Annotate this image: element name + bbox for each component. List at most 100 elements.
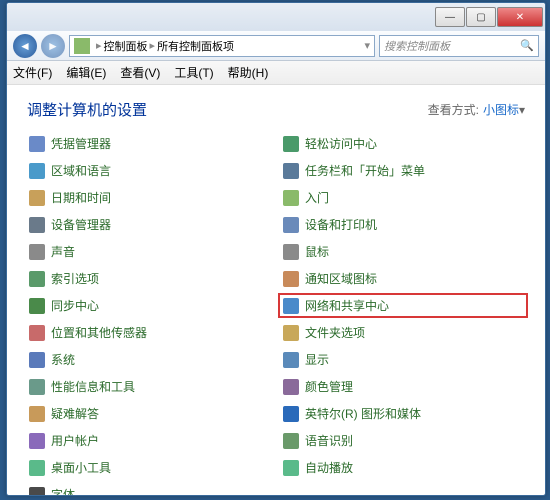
cpl-label: 性能信息和工具 xyxy=(51,378,135,395)
menu-view[interactable]: 查看(V) xyxy=(120,64,160,81)
cpl-item-l8[interactable]: 系统 xyxy=(27,350,271,369)
cpl-icon xyxy=(29,352,45,368)
cpl-item-r10[interactable]: 英特尔(R) 图形和媒体 xyxy=(281,404,525,423)
cpl-label: 文件夹选项 xyxy=(305,324,365,341)
forward-button[interactable]: ► xyxy=(41,34,65,58)
cpl-icon xyxy=(29,298,45,314)
cpl-label: 用户帐户 xyxy=(51,432,99,449)
cpl-icon xyxy=(29,379,45,395)
menu-tools[interactable]: 工具(T) xyxy=(174,64,213,81)
cpl-item-l6[interactable]: 同步中心 xyxy=(27,296,271,315)
cpl-item-l13[interactable]: 字体 xyxy=(27,485,271,495)
control-panel-icon xyxy=(74,38,90,54)
cpl-item-r0[interactable]: 轻松访问中心 xyxy=(281,134,525,153)
cpl-item-l3[interactable]: 设备管理器 xyxy=(27,215,271,234)
cpl-label: 设备管理器 xyxy=(51,216,111,233)
cpl-item-l1[interactable]: 区域和语言 xyxy=(27,161,271,180)
breadcrumb-part[interactable]: 控制面板 xyxy=(104,38,148,54)
minimize-button[interactable]: — xyxy=(435,7,465,27)
cpl-label: 自动播放 xyxy=(305,459,353,476)
cpl-label: 轻松访问中心 xyxy=(305,135,377,152)
cpl-label: 索引选项 xyxy=(51,270,99,287)
cpl-label: 日期和时间 xyxy=(51,189,111,206)
cpl-icon xyxy=(29,325,45,341)
cpl-item-l0[interactable]: 凭据管理器 xyxy=(27,134,271,153)
cpl-item-r11[interactable]: 语音识别 xyxy=(281,431,525,450)
cpl-item-l2[interactable]: 日期和时间 xyxy=(27,188,271,207)
cpl-item-r9[interactable]: 颜色管理 xyxy=(281,377,525,396)
cpl-item-r5[interactable]: 通知区域图标 xyxy=(281,269,525,288)
cpl-label: 位置和其他传感器 xyxy=(51,324,147,341)
cpl-icon xyxy=(29,163,45,179)
cpl-item-r3[interactable]: 设备和打印机 xyxy=(281,215,525,234)
cpl-icon xyxy=(283,460,299,476)
cpl-item-r1[interactable]: 任务栏和「开始」菜单 xyxy=(281,161,525,180)
cpl-item-l12[interactable]: 桌面小工具 xyxy=(27,458,271,477)
cpl-icon xyxy=(283,244,299,260)
control-panel-window: — ▢ ✕ ◄ ► ▸ 控制面板 ▸ 所有控制面板项 ▾ 搜索控制面板 🔍 文件… xyxy=(6,2,546,496)
search-icon[interactable]: 🔍 xyxy=(520,39,534,52)
search-input[interactable]: 搜索控制面板 🔍 xyxy=(379,35,539,57)
cpl-icon xyxy=(29,136,45,152)
back-button[interactable]: ◄ xyxy=(13,34,37,58)
cpl-icon xyxy=(283,271,299,287)
cpl-icon xyxy=(283,433,299,449)
cpl-icon xyxy=(283,136,299,152)
cpl-label: 声音 xyxy=(51,243,75,260)
close-button[interactable]: ✕ xyxy=(497,7,543,27)
breadcrumb-part[interactable]: 所有控制面板项 xyxy=(157,38,234,54)
cpl-label: 设备和打印机 xyxy=(305,216,377,233)
cpl-icon xyxy=(29,406,45,422)
cpl-label: 系统 xyxy=(51,351,75,368)
cpl-icon xyxy=(283,406,299,422)
cpl-label: 入门 xyxy=(305,189,329,206)
cpl-label: 桌面小工具 xyxy=(51,459,111,476)
cpl-icon xyxy=(29,271,45,287)
menu-bar: 文件(F) 编辑(E) 查看(V) 工具(T) 帮助(H) xyxy=(7,61,545,85)
menu-edit[interactable]: 编辑(E) xyxy=(66,64,106,81)
cpl-icon xyxy=(283,325,299,341)
cpl-label: 英特尔(R) 图形和媒体 xyxy=(305,405,421,422)
cpl-item-r6[interactable]: 网络和共享中心 xyxy=(281,296,525,315)
cpl-icon xyxy=(29,244,45,260)
cpl-label: 颜色管理 xyxy=(305,378,353,395)
cpl-item-r8[interactable]: 显示 xyxy=(281,350,525,369)
cpl-item-l4[interactable]: 声音 xyxy=(27,242,271,261)
cpl-label: 显示 xyxy=(305,351,329,368)
cpl-item-l11[interactable]: 用户帐户 xyxy=(27,431,271,450)
maximize-button[interactable]: ▢ xyxy=(466,7,496,27)
menu-file[interactable]: 文件(F) xyxy=(13,64,52,81)
cpl-label: 语音识别 xyxy=(305,432,353,449)
viewby-select[interactable]: 小图标 xyxy=(483,101,525,118)
cpl-icon xyxy=(283,352,299,368)
cpl-label: 网络和共享中心 xyxy=(305,297,389,314)
cpl-label: 区域和语言 xyxy=(51,162,111,179)
cpl-icon xyxy=(283,298,299,314)
titlebar: — ▢ ✕ xyxy=(7,3,545,31)
cpl-label: 疑难解答 xyxy=(51,405,99,422)
cpl-item-r2[interactable]: 入门 xyxy=(281,188,525,207)
cpl-icon xyxy=(283,190,299,206)
cpl-icon xyxy=(29,217,45,233)
items-grid: 凭据管理器 轻松访问中心区域和语言 任务栏和「开始」菜单日期和时间 入门设备管理器 设备… xyxy=(27,134,525,495)
viewby-label: 查看方式: xyxy=(428,101,479,118)
cpl-label: 字体 xyxy=(51,486,75,495)
cpl-icon xyxy=(29,487,45,496)
chevron-right-icon: ▸ xyxy=(96,39,102,52)
cpl-item-l10[interactable]: 疑难解答 xyxy=(27,404,271,423)
search-placeholder: 搜索控制面板 xyxy=(384,38,450,54)
cpl-item-r7[interactable]: 文件夹选项 xyxy=(281,323,525,342)
cpl-item-l5[interactable]: 索引选项 xyxy=(27,269,271,288)
cpl-icon xyxy=(29,460,45,476)
heading-row: 调整计算机的设置 查看方式: 小图标 xyxy=(27,99,525,120)
chevron-right-icon: ▸ xyxy=(150,39,156,52)
menu-help[interactable]: 帮助(H) xyxy=(228,64,269,81)
cpl-item-r4[interactable]: 鼠标 xyxy=(281,242,525,261)
cpl-item-l7[interactable]: 位置和其他传感器 xyxy=(27,323,271,342)
cpl-icon xyxy=(29,433,45,449)
chevron-down-icon[interactable]: ▾ xyxy=(364,39,370,52)
cpl-label: 鼠标 xyxy=(305,243,329,260)
cpl-item-r12[interactable]: 自动播放 xyxy=(281,458,525,477)
breadcrumb[interactable]: ▸ 控制面板 ▸ 所有控制面板项 ▾ xyxy=(69,35,375,57)
cpl-item-l9[interactable]: 性能信息和工具 xyxy=(27,377,271,396)
